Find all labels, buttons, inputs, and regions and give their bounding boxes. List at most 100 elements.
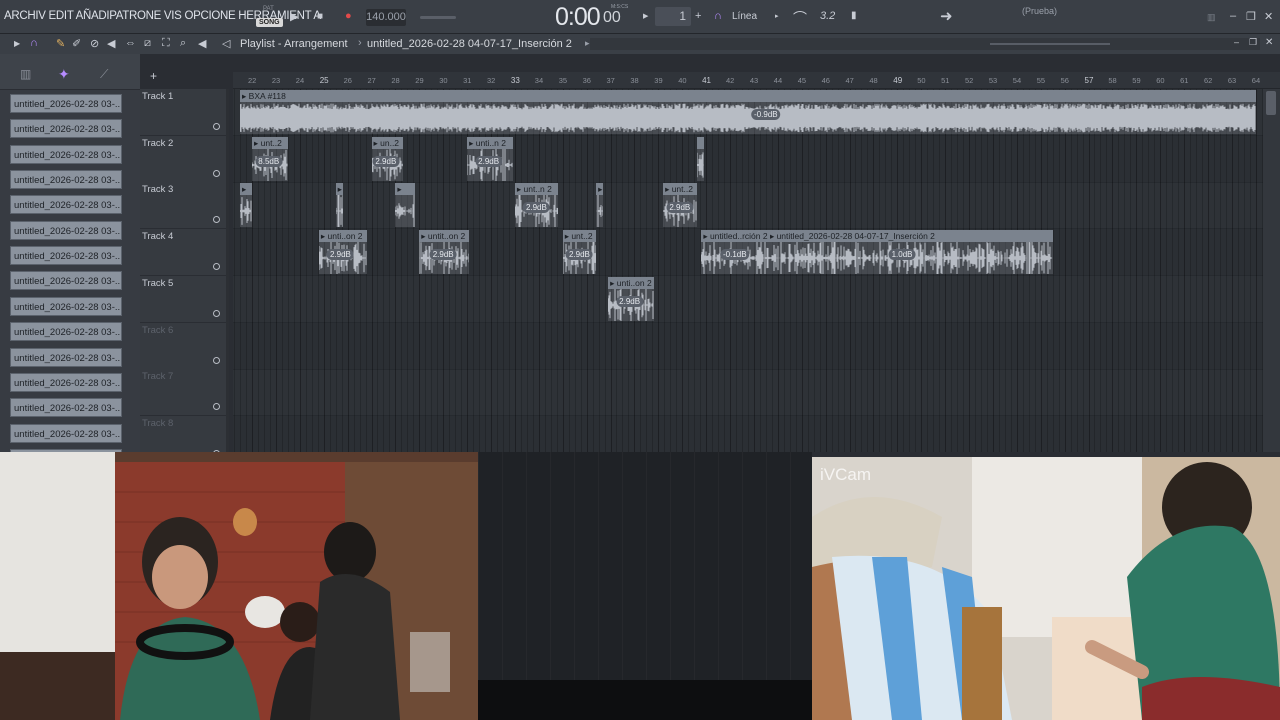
track-resize-handle[interactable] <box>226 369 229 417</box>
pattern-item[interactable]: untitled_2026-02-28 03-... <box>10 423 122 443</box>
automation-icon[interactable]: ⟋ <box>100 67 108 82</box>
breadcrumb-arrow[interactable]: ▸ <box>585 38 590 49</box>
clip-title[interactable]: ▸ un..2 <box>371 136 403 149</box>
track-header[interactable]: Track 2 <box>140 135 229 183</box>
track-resize-handle[interactable] <box>226 89 229 136</box>
audio-clip[interactable]: ▸ unt..n 2 2.9dB <box>514 183 558 228</box>
clip-title[interactable]: ▸ <box>395 183 415 196</box>
track-header[interactable]: Track 4 <box>140 229 229 277</box>
audio-clip[interactable]: ▸ un..2 2.9dB <box>371 136 403 181</box>
clip-title[interactable]: ▸ <box>335 183 343 196</box>
track-header[interactable]: Track 6 <box>140 322 229 370</box>
clip-title[interactable]: ▸ unt..2 <box>562 230 597 243</box>
audio-clip[interactable]: ▸ unt..2 2.9dB <box>663 183 697 228</box>
minimize-icon[interactable]: – <box>1230 10 1236 22</box>
pattern-selector[interactable]: 1 <box>655 7 691 26</box>
track-resize-handle[interactable] <box>226 182 229 230</box>
audio-clip[interactable]: ▸ untitled..rción 2 ▸ untitled_2026-02-2… <box>701 230 1053 275</box>
clip-gain-label[interactable]: 2.9dB <box>475 155 503 167</box>
snap-dropdown-icon[interactable]: ▸ <box>775 12 779 20</box>
track-mute-toggle[interactable] <box>213 356 220 364</box>
pattern-view-icon[interactable]: ▥ <box>20 67 31 81</box>
play-button[interactable]: ▶ <box>290 10 298 23</box>
clip-title[interactable]: ▸ BXA #118 <box>240 90 1256 102</box>
track-header[interactable]: Track 1 <box>140 89 229 136</box>
pattern-item[interactable]: untitled_2026-02-28 03-... <box>10 271 122 291</box>
speaker-icon[interactable]: ◁ <box>222 37 230 50</box>
audio-clip[interactable]: ▸ BXA #118 -0.9dB <box>240 90 1256 134</box>
magnet-icon[interactable]: ∩ <box>30 37 38 49</box>
close-icon[interactable]: ✕ <box>1264 10 1273 23</box>
pattern-item[interactable]: untitled_2026-02-28 03-... <box>10 119 122 139</box>
overview-scroll-thumb[interactable] <box>990 43 1110 45</box>
pattern-mode-label[interactable]: PAT <box>263 6 274 12</box>
stop-button[interactable]: ■ <box>317 11 323 22</box>
maximize-icon[interactable]: ❐ <box>1246 10 1256 23</box>
track-mute-toggle[interactable] <box>213 309 220 317</box>
pattern-item[interactable]: untitled_2026-02-28 03-... <box>10 347 122 367</box>
clip-title[interactable]: ▸ unti..on 2 <box>608 276 654 289</box>
track-mute-toggle[interactable] <box>213 169 220 177</box>
pattern-item[interactable]: untitled_2026-02-28 03-... <box>10 144 122 164</box>
track-header[interactable]: Track 3 <box>140 182 229 230</box>
vertical-scrollbar[interactable] <box>1263 89 1280 452</box>
audio-clip[interactable]: ▸ unti..on 2 2.9dB <box>318 230 367 275</box>
track-header[interactable]: Track 5 <box>140 275 229 323</box>
cpu-label[interactable]: 3.2 <box>820 10 835 22</box>
audio-clip[interactable]: ▸ unti..n 2 2.9dB <box>467 136 513 181</box>
playlist-overview[interactable] <box>590 38 1260 50</box>
record-button[interactable]: ● <box>345 10 352 22</box>
pattern-item[interactable]: untitled_2026-02-28 03-... <box>10 195 122 215</box>
arrangement-grid[interactable]: ▸ BXA #118 -0.9dB ▸ unt..2 8.5dB ▸ un..2 2.9d… <box>233 89 1263 452</box>
clip-gain-label[interactable]: 2.9dB <box>666 202 694 214</box>
online-arrow-icon[interactable]: ➜ <box>940 7 953 25</box>
clip-gain-label[interactable]: 2.9dB <box>326 249 354 261</box>
audio-clip[interactable]: ▸ unti..on 2 2.9dB <box>608 276 654 321</box>
pattern-item[interactable]: untitled_2026-02-28 03-... <box>10 246 122 266</box>
track-mute-toggle[interactable] <box>213 403 220 411</box>
add-track-icon[interactable]: + <box>150 69 157 83</box>
time-display[interactable]: 0:00 <box>555 3 601 32</box>
clip-gain-label[interactable]: -0.9dB <box>751 109 781 120</box>
mute-icon[interactable]: ◀ <box>107 37 115 50</box>
paint-icon[interactable]: ✐ <box>72 37 81 50</box>
track-mute-toggle[interactable] <box>213 263 220 271</box>
playlist-breadcrumb[interactable]: untitled_2026-02-28 04-07-17_Inserción 2 <box>367 38 572 50</box>
track-header[interactable]: Track 7 <box>140 369 229 417</box>
clip-title[interactable]: ▸ untit..on 2 <box>419 230 470 243</box>
clip-gain-label[interactable]: 2.9dB <box>372 155 400 167</box>
snap-magnet-icon[interactable]: ∩ <box>714 10 722 22</box>
audio-clip[interactable]: ▸ <box>596 183 604 228</box>
audio-clip[interactable]: ▸ <box>240 183 252 228</box>
clip-title[interactable]: ▸ unti..on 2 <box>318 230 367 243</box>
playlist-menu-icon[interactable]: ▶ <box>14 39 20 48</box>
track-mute-toggle[interactable] <box>213 123 220 130</box>
playlist-maximize-icon[interactable]: ❐ <box>1249 37 1257 48</box>
metronome-icon[interactable]: ⌒ <box>793 8 807 28</box>
add-pattern-icon[interactable]: + <box>695 10 701 22</box>
song-mode-toggle[interactable]: SONG <box>256 18 283 27</box>
slip-icon[interactable]: ⇔ <box>125 37 136 49</box>
clip-title[interactable]: ▸ <box>596 183 604 196</box>
clip-title[interactable]: ▸ untitled..rción 2 ▸ untitled_2026-02-2… <box>701 230 1053 243</box>
timeline-ruler[interactable]: ✥ 22232425262728293031323334353637383940… <box>233 72 1280 89</box>
audio-clip[interactable]: ▸ <box>395 183 415 228</box>
clip-title[interactable]: ▸ unt..2 <box>663 183 697 196</box>
pattern-item[interactable]: untitled_2026-02-28 03-... <box>10 94 122 113</box>
vertical-scroll-thumb[interactable] <box>1266 91 1276 115</box>
audio-clip[interactable]: ▸ <box>335 183 343 228</box>
clip-title[interactable]: ▸ unt..2 <box>252 136 288 149</box>
pencil-icon[interactable]: ✎ <box>56 37 65 50</box>
clip-gain-label[interactable]: 1.0dB <box>888 249 916 261</box>
clip-title[interactable]: ▸ unt..n 2 <box>514 183 558 196</box>
track-mute-toggle[interactable] <box>213 216 220 224</box>
audio-clip[interactable]: ▸ unt..2 2.9dB <box>562 230 597 275</box>
pattern-item[interactable]: untitled_2026-02-28 03-... <box>10 296 122 316</box>
delete-icon[interactable]: ⊘ <box>90 37 99 50</box>
playlist-minimize-icon[interactable]: – <box>1234 37 1239 47</box>
clip-gain-label[interactable]: 2.9dB <box>565 249 593 261</box>
clip-title[interactable]: ▸ <box>240 183 252 196</box>
track-resize-handle[interactable] <box>226 275 229 323</box>
pattern-item[interactable]: untitled_2026-02-28 03-... <box>10 170 122 190</box>
pattern-prev-icon[interactable]: ▶ <box>643 12 648 20</box>
